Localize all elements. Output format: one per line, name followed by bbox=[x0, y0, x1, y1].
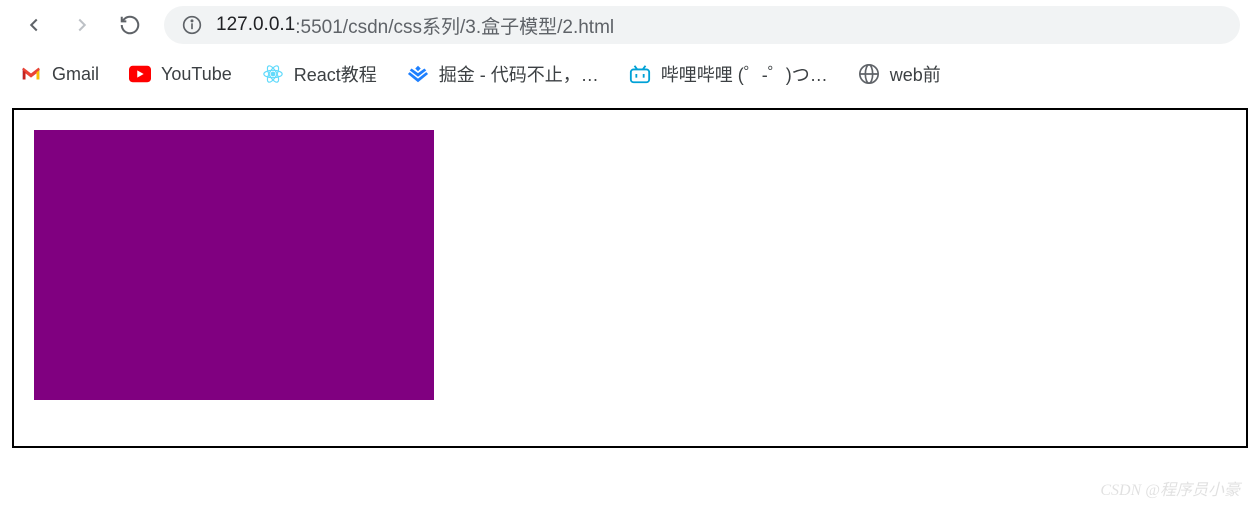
bookmark-gmail[interactable]: Gmail bbox=[20, 63, 99, 85]
outer-box bbox=[12, 108, 1248, 448]
bookmark-juejin[interactable]: 掘金 - 代码不止，… bbox=[407, 61, 599, 87]
bookmark-label: React教程 bbox=[294, 61, 377, 87]
bookmark-label: Gmail bbox=[52, 64, 99, 85]
bookmark-label: 掘金 - 代码不止，… bbox=[439, 61, 599, 87]
url-text: 127.0.0.1:5501/csdn/css系列/3.盒子模型/2.html bbox=[216, 12, 614, 39]
bookmark-web[interactable]: web前 bbox=[858, 61, 941, 87]
forward-button[interactable] bbox=[68, 11, 96, 39]
bookmark-react[interactable]: React教程 bbox=[262, 61, 377, 87]
url-path: :5501/csdn/css系列/3.盒子模型/2.html bbox=[295, 12, 614, 39]
url-host: 127.0.0.1 bbox=[216, 14, 295, 36]
bookmark-label: 哔哩哔哩 (゜-゜)つ… bbox=[661, 61, 828, 87]
browser-toolbar: 127.0.0.1:5501/csdn/css系列/3.盒子模型/2.html bbox=[0, 0, 1260, 50]
bookmark-label: YouTube bbox=[161, 64, 232, 85]
bilibili-icon bbox=[629, 63, 651, 85]
react-icon bbox=[262, 63, 284, 85]
bookmarks-bar: Gmail YouTube React教程 bbox=[0, 50, 1260, 98]
gmail-icon bbox=[20, 63, 42, 85]
globe-icon bbox=[858, 63, 880, 85]
bookmark-bilibili[interactable]: 哔哩哔哩 (゜-゜)つ… bbox=[629, 61, 828, 87]
site-info-icon[interactable] bbox=[182, 15, 202, 35]
address-bar[interactable]: 127.0.0.1:5501/csdn/css系列/3.盒子模型/2.html bbox=[164, 6, 1240, 44]
youtube-icon bbox=[129, 63, 151, 85]
juejin-icon bbox=[407, 63, 429, 85]
page-content bbox=[0, 98, 1260, 448]
nav-buttons bbox=[20, 11, 144, 39]
watermark: CSDN @程序员小豪 bbox=[1100, 476, 1240, 500]
inner-box bbox=[34, 130, 434, 400]
bookmark-label: web前 bbox=[890, 61, 941, 87]
back-button[interactable] bbox=[20, 11, 48, 39]
bookmark-youtube[interactable]: YouTube bbox=[129, 63, 232, 85]
reload-button[interactable] bbox=[116, 11, 144, 39]
